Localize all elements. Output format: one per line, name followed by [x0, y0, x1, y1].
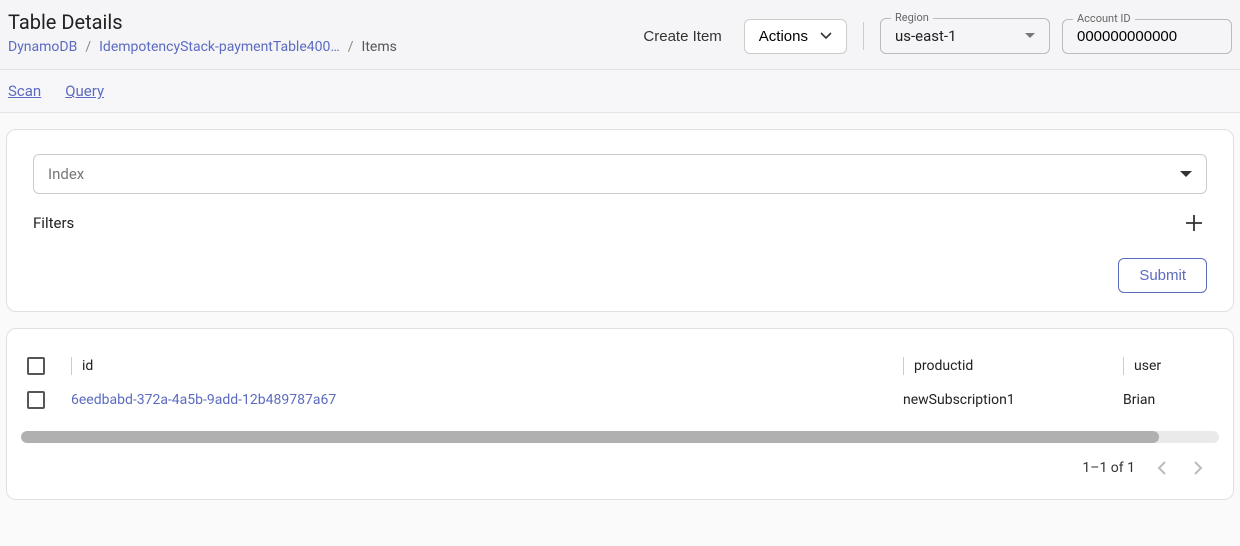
chevron-down-icon: [1025, 33, 1035, 39]
actions-label: Actions: [759, 28, 808, 45]
table-header: id productid user: [17, 349, 1223, 383]
row-checkbox[interactable]: [27, 391, 45, 409]
tab-query[interactable]: Query: [65, 82, 104, 100]
breadcrumb: DynamoDB / IdempotencyStack-paymentTable…: [8, 39, 397, 55]
divider: [863, 22, 864, 50]
breadcrumb-current: Items: [362, 39, 397, 55]
tab-scan[interactable]: Scan: [8, 82, 41, 100]
col-productid: productid: [914, 358, 973, 374]
col-user: user: [1134, 358, 1161, 374]
submit-button[interactable]: Submit: [1118, 258, 1207, 293]
prev-page-button[interactable]: [1153, 457, 1171, 479]
results-panel: id productid user 6eedbabd-372a-4a5b-9ad…: [6, 328, 1234, 500]
row-user: Brian: [1123, 392, 1155, 408]
chevron-left-icon: [1157, 461, 1167, 475]
page-range: 1–1 of 1: [1082, 460, 1135, 476]
region-value: us-east-1: [895, 27, 1025, 45]
chevron-down-icon: [1180, 171, 1192, 178]
index-placeholder: Index: [48, 165, 84, 183]
row-id-link[interactable]: 6eedbabd-372a-4a5b-9add-12b489787a67: [71, 392, 336, 408]
index-select[interactable]: Index: [33, 154, 1207, 194]
next-page-button[interactable]: [1189, 457, 1207, 479]
create-item-button[interactable]: Create Item: [633, 20, 731, 53]
row-productid: newSubscription1: [903, 392, 1015, 408]
scan-panel: Index Filters Submit: [6, 129, 1234, 312]
table-row: 6eedbabd-372a-4a5b-9add-12b489787a67 new…: [17, 383, 1223, 417]
tabs: Scan Query: [0, 70, 1240, 113]
account-id-label: Account ID: [1073, 12, 1135, 25]
breadcrumb-dynamodb[interactable]: DynamoDB: [8, 39, 77, 55]
breadcrumb-table[interactable]: IdempotencyStack-paymentTable400…: [99, 39, 340, 55]
chevron-down-icon: [820, 32, 832, 40]
breadcrumb-sep: /: [348, 39, 354, 55]
account-id-field[interactable]: Account ID: [1062, 19, 1232, 54]
actions-button[interactable]: Actions: [744, 19, 847, 54]
region-label: Region: [891, 11, 933, 24]
account-id-input[interactable]: [1077, 28, 1217, 45]
breadcrumb-sep: /: [85, 39, 91, 55]
pagination: 1–1 of 1: [17, 451, 1223, 485]
select-all-checkbox[interactable]: [27, 357, 45, 375]
region-select[interactable]: Region us-east-1: [880, 18, 1050, 54]
page-title: Table Details: [8, 10, 397, 34]
horizontal-scrollbar[interactable]: [21, 431, 1219, 443]
add-filter-button[interactable]: [1181, 210, 1207, 236]
chevron-right-icon: [1193, 461, 1203, 475]
filters-label: Filters: [33, 214, 74, 232]
col-id: id: [82, 358, 93, 374]
plus-icon: [1185, 214, 1203, 232]
